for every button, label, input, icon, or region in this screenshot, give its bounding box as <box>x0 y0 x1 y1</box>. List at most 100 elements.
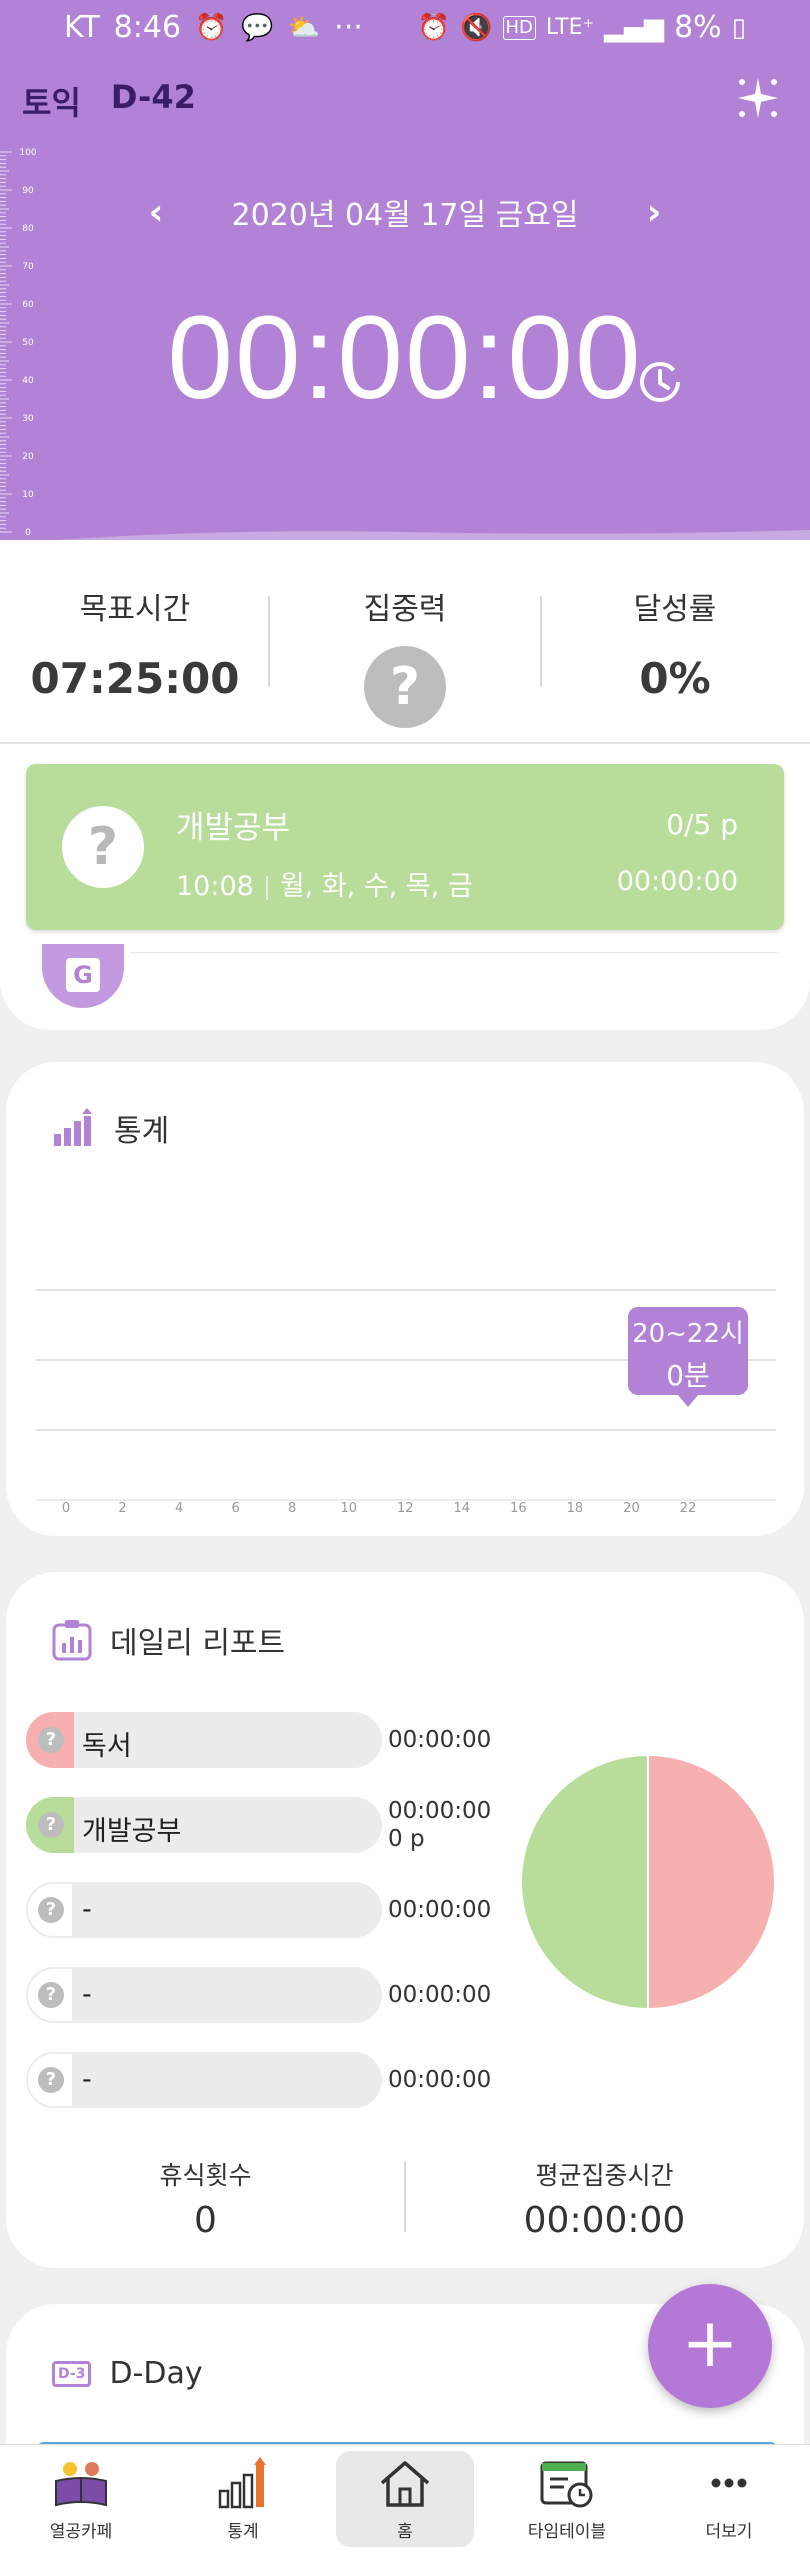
more-notifications: ··· <box>334 10 363 45</box>
battery-icon: ▯ <box>731 12 746 43</box>
report-time-block: 00:00:00 <box>388 2066 491 2094</box>
home-icon <box>380 2461 430 2507</box>
report-time: 00:00:00 <box>388 1982 492 2008</box>
dday-counter: D-42 <box>110 78 196 116</box>
pie-slice <box>647 1753 776 2011</box>
prev-date-button[interactable]: ‹ <box>136 192 176 233</box>
add-button[interactable]: + <box>648 2284 772 2408</box>
achievement-rate[interactable]: 달성률 0% <box>540 540 810 744</box>
battery-level: 8% <box>674 10 722 45</box>
focus-label: 집중력 <box>363 592 447 627</box>
daily-pie-chart <box>520 1753 776 2011</box>
rest-count-label: 휴식횟수 <box>159 2161 252 2190</box>
report-subject-name: - <box>82 1894 92 1925</box>
avg-focus-time: 평균집중시간 00:00:00 <box>405 2156 804 2241</box>
x-tick-label: 4 <box>175 1501 183 1512</box>
nav-label: 타임테이블 <box>527 2522 607 2542</box>
timetable-icon <box>540 2461 593 2508</box>
divider <box>130 952 778 953</box>
nav-home[interactable]: 홈 <box>324 2445 486 2552</box>
x-tick-label: 12 <box>397 1501 414 1512</box>
achievement-value: 0% <box>639 654 711 703</box>
tooltip-range: 20~22시 <box>632 1319 744 1349</box>
report-subject-name: - <box>82 2064 92 2095</box>
subject-schedule: 10:08 월, 화, 수, 목, 금 <box>176 864 473 903</box>
ruler-label: 100 <box>19 148 36 158</box>
report-icon <box>52 1620 92 1661</box>
report-time: 00:00:00 <box>388 2067 492 2093</box>
dday-title: D-Day <box>109 2356 203 2391</box>
cafe-icon <box>55 2462 107 2507</box>
x-tick-label: 20 <box>623 1501 640 1512</box>
current-date[interactable]: 2020년 04월 17일 금요일 <box>232 190 579 234</box>
subject-list: ? 개발공부 10:08 월, 화, 수, 목, 금 0/5 p 00:00:00… <box>0 744 810 1030</box>
study-timer[interactable]: 00:00:00 <box>0 290 810 426</box>
clock: 8:46 <box>113 10 182 45</box>
stats-header: 통계 <box>52 1106 169 1150</box>
subject-pages: 0/5 p <box>666 808 738 841</box>
network-label: LTE⁺ <box>545 15 595 40</box>
report-row[interactable]: ? - <box>26 1967 382 2023</box>
question-icon: ? <box>38 1897 64 1923</box>
report-row[interactable]: ? 개발공부 <box>26 1797 382 1853</box>
group-badge[interactable]: G <box>42 944 124 1008</box>
goal-time[interactable]: 목표시간 07:25:00 <box>0 540 270 744</box>
bar-chart-icon <box>54 1108 92 1146</box>
ruler-label: 20 <box>22 452 34 462</box>
question-icon: ? <box>62 806 144 888</box>
ruler-label: 70 <box>22 262 34 272</box>
stats-card: 통계 0 2 4 6 8 10 12 14 16 18 20 22 20~22시 0분 <box>6 1062 804 1536</box>
report-row[interactable]: ? - <box>26 2052 382 2108</box>
rest-count-value: 0 <box>194 2200 217 2241</box>
divider <box>265 875 268 900</box>
report-time: 00:00:00 <box>388 1897 492 1923</box>
report-row[interactable]: ? 독서 <box>26 1712 382 1768</box>
question-icon: ? <box>38 1727 64 1753</box>
carrier: KT <box>64 10 100 45</box>
bottom-navigation: 열공카페 통계 홈 타임테이블 더보기 <box>0 2444 810 2552</box>
report-time: 00:00:00 <box>388 1798 492 1824</box>
x-tick-label: 16 <box>510 1501 527 1512</box>
wave-divider <box>54 530 810 540</box>
x-tick-label: 14 <box>454 1501 471 1512</box>
subject-time: 10:08 <box>176 871 254 902</box>
tooltip-value: 0분 <box>666 1359 710 1392</box>
avg-focus-value: 00:00:00 <box>523 2200 686 2241</box>
status-bar: KT 8:46 ⏰ 💬 ⛅ ··· ⏰ 🔇 HD LTE⁺ ▂▄▆ 8% ▯ <box>0 0 810 58</box>
nav-more[interactable]: 더보기 <box>648 2445 810 2552</box>
report-row[interactable]: ? - <box>26 1882 382 1938</box>
x-tick-label: 0 <box>62 1501 70 1512</box>
alarm-icon: ⏰ <box>195 12 228 43</box>
nav-cafe[interactable]: 열공카페 <box>0 2445 162 2552</box>
subject-item[interactable]: ? 개발공부 10:08 월, 화, 수, 목, 금 0/5 p 00:00:00 <box>26 764 784 930</box>
sparkle-icon[interactable] <box>734 74 782 122</box>
report-subject-name: - <box>82 1979 92 2010</box>
report-time-block: 00:00:00 0 p <box>388 1797 491 1853</box>
nav-stats[interactable]: 통계 <box>162 2445 324 2552</box>
question-icon: ? <box>38 1982 64 2008</box>
history-icon[interactable] <box>636 358 684 406</box>
alarm-icon: ⏰ <box>417 12 451 43</box>
nav-label: 홈 <box>397 2522 413 2542</box>
nav-label: 열공카페 <box>49 2522 113 2542</box>
report-pages: 0 p <box>388 1826 425 1852</box>
next-date-button[interactable]: › <box>634 192 674 233</box>
group-icon: G <box>66 958 100 992</box>
daily-report-card: 데일리 리포트 ? 독서 00:00:00? 개발공부 00:00:00 0 p? -00:… <box>6 1572 804 2268</box>
report-time-block: 00:00:00 <box>388 1896 491 1924</box>
summary-panel: 목표시간 07:25:00 집중력 ? 달성률 0% <box>0 540 810 744</box>
stats-title: 통계 <box>114 1114 170 1149</box>
focus-level[interactable]: 집중력 ? <box>270 540 540 744</box>
timer-header: KT 8:46 ⏰ 💬 ⛅ ··· ⏰ 🔇 HD LTE⁺ ▂▄▆ 8% ▯ 토… <box>0 0 810 540</box>
report-subject-name: 개발공부 <box>82 1816 182 1847</box>
x-tick-label: 8 <box>288 1501 296 1512</box>
report-subject-name: 독서 <box>82 1731 132 1762</box>
nav-timetable[interactable]: 타임테이블 <box>486 2445 648 2552</box>
talk-icon: 💬 <box>241 12 274 43</box>
stats-icon <box>218 2457 266 2509</box>
subject-elapsed: 00:00:00 <box>616 866 738 897</box>
nav-label: 통계 <box>227 2522 259 2542</box>
avg-focus-label: 평균집중시간 <box>535 2161 674 2190</box>
x-tick-label: 2 <box>118 1501 126 1512</box>
goal-time-value: 07:25:00 <box>30 654 240 703</box>
